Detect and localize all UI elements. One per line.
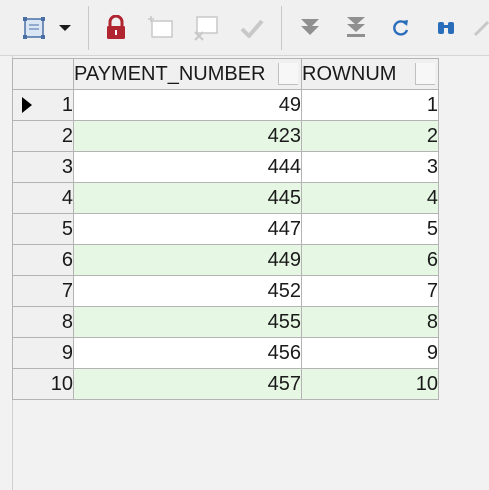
cell-rownum[interactable]: 10 <box>301 368 439 400</box>
cell-payment-number[interactable]: 447 <box>73 213 302 245</box>
delete-record-icon[interactable] <box>190 12 222 44</box>
table-row[interactable]: 10 457 10 <box>12 368 439 400</box>
table-row[interactable]: 3 444 3 <box>12 151 439 183</box>
cell-rownum[interactable]: 4 <box>301 182 439 214</box>
column-filter-button[interactable] <box>278 63 298 85</box>
cell-payment-number[interactable]: 456 <box>73 337 302 369</box>
lock-icon[interactable] <box>100 12 132 44</box>
table-row[interactable]: 5 447 5 <box>12 213 439 245</box>
cell-rownum[interactable]: 8 <box>301 306 439 338</box>
edit-icon[interactable] <box>472 12 489 44</box>
grid-corner[interactable] <box>12 58 74 90</box>
cell-rownum[interactable]: 7 <box>301 275 439 307</box>
cell-rownum[interactable]: 1 <box>301 89 439 121</box>
row-header[interactable]: 1 <box>12 89 74 121</box>
column-filter-button[interactable] <box>415 63 435 85</box>
cell-payment-number[interactable]: 445 <box>73 182 302 214</box>
column-header-label: ROWNUM <box>302 62 397 85</box>
grid-select-icon[interactable] <box>18 12 50 44</box>
last-record-icon[interactable] <box>340 12 372 44</box>
row-header[interactable]: 9 <box>12 337 74 369</box>
table-row[interactable]: 6 449 6 <box>12 244 439 276</box>
toolbar-separator <box>88 6 89 50</box>
table-row[interactable]: 1 49 1 <box>12 89 439 121</box>
table-row[interactable]: 4 445 4 <box>12 182 439 214</box>
cell-payment-number[interactable]: 444 <box>73 151 302 183</box>
cell-rownum[interactable]: 2 <box>301 120 439 152</box>
grid-header-row: PAYMENT_NUMBER ROWNUM <box>12 58 439 90</box>
table-row[interactable]: 7 452 7 <box>12 275 439 307</box>
data-grid: PAYMENT_NUMBER ROWNUM 1 49 1 2 423 2 3 4… <box>12 58 439 400</box>
toolbar <box>0 0 489 56</box>
cell-payment-number[interactable]: 452 <box>73 275 302 307</box>
insert-record-icon[interactable] <box>144 12 176 44</box>
row-header[interactable]: 4 <box>12 182 74 214</box>
cell-payment-number[interactable]: 449 <box>73 244 302 276</box>
row-header[interactable]: 6 <box>12 244 74 276</box>
cell-rownum[interactable]: 9 <box>301 337 439 369</box>
dropdown-arrow-icon[interactable] <box>50 12 80 44</box>
column-header-payment-number[interactable]: PAYMENT_NUMBER <box>73 58 302 90</box>
table-row[interactable]: 2 423 2 <box>12 120 439 152</box>
cell-payment-number[interactable]: 455 <box>73 306 302 338</box>
row-header[interactable]: 7 <box>12 275 74 307</box>
row-header[interactable]: 8 <box>12 306 74 338</box>
refresh-icon[interactable] <box>385 12 417 44</box>
column-header-rownum[interactable]: ROWNUM <box>301 58 439 90</box>
row-header[interactable]: 2 <box>12 120 74 152</box>
cell-payment-number[interactable]: 457 <box>73 368 302 400</box>
cell-rownum[interactable]: 6 <box>301 244 439 276</box>
table-row[interactable]: 8 455 8 <box>12 306 439 338</box>
column-header-label: PAYMENT_NUMBER <box>74 62 266 85</box>
data-grid-pane: PAYMENT_NUMBER ROWNUM 1 49 1 2 423 2 3 4… <box>0 56 489 490</box>
toolbar-separator <box>281 6 282 50</box>
post-edit-icon[interactable] <box>236 12 268 44</box>
next-record-icon[interactable] <box>294 12 326 44</box>
find-icon[interactable] <box>430 12 462 44</box>
row-header[interactable]: 5 <box>12 213 74 245</box>
table-row[interactable]: 9 456 9 <box>12 337 439 369</box>
row-header[interactable]: 10 <box>12 368 74 400</box>
cell-payment-number[interactable]: 423 <box>73 120 302 152</box>
cell-rownum[interactable]: 5 <box>301 213 439 245</box>
cell-payment-number[interactable]: 49 <box>73 89 302 121</box>
cell-rownum[interactable]: 3 <box>301 151 439 183</box>
current-row-pointer-icon <box>22 97 32 113</box>
row-header[interactable]: 3 <box>12 151 74 183</box>
